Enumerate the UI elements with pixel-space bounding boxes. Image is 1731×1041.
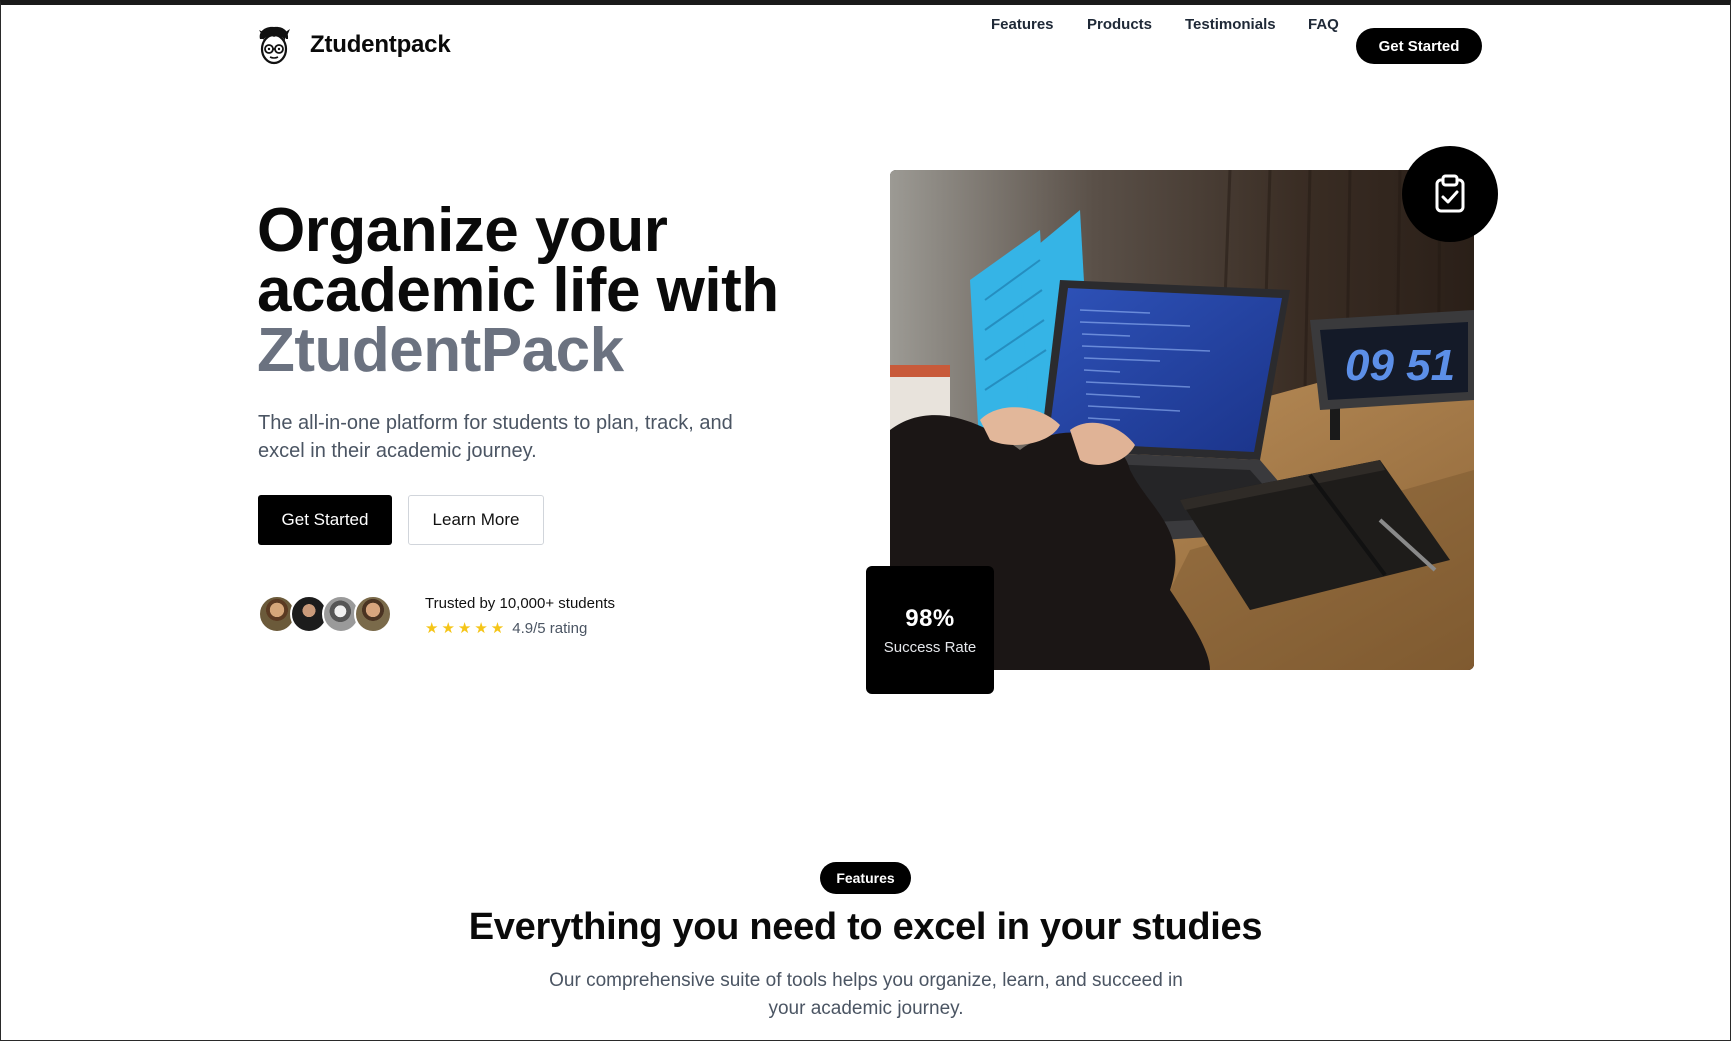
nav-link-features[interactable]: Features — [991, 16, 1054, 33]
hero-title-accent: ZtudentPack — [257, 316, 624, 385]
rating-text: 4.9/5 rating — [512, 619, 588, 637]
clock-display: 09 51 — [1345, 341, 1455, 390]
top-navbar: Ztudentpack Features Products Testimonia… — [1, 5, 1730, 85]
hero-learn-more-button[interactable]: Learn More — [408, 495, 544, 545]
success-rate-card: 98% Success Rate — [866, 566, 994, 694]
rating: ★★★★★ 4.9/5 rating — [425, 619, 615, 638]
clipboard-check-icon — [1435, 174, 1465, 213]
features-subtitle: Our comprehensive suite of tools helps y… — [549, 970, 1183, 1019]
trust-block: Trusted by 10,000+ students ★★★★★ 4.9/5 … — [425, 595, 615, 637]
star-rating-icon: ★★★★★ — [425, 620, 508, 637]
trust-text: Trusted by 10,000+ students — [425, 595, 615, 612]
hero-get-started-button[interactable]: Get Started — [258, 495, 392, 545]
nav-link-faq[interactable]: FAQ — [1308, 16, 1339, 33]
features-title: Everything you need to excel in your stu… — [468, 906, 1263, 948]
student-face-logo-icon — [259, 26, 290, 65]
hero-title-line-1: Organize your — [257, 196, 668, 265]
nav-link-testimonials[interactable]: Testimonials — [1185, 16, 1276, 33]
hero-title-line-2: academic life with — [257, 256, 779, 325]
success-rate-label: Success Rate — [883, 638, 977, 656]
page: Ztudentpack Features Products Testimonia… — [0, 0, 1731, 1041]
nav-link-products[interactable]: Products — [1087, 16, 1152, 33]
brand[interactable]: Ztudentpack — [256, 25, 451, 65]
brand-name: Ztudentpack — [310, 31, 451, 58]
hero-subtitle: The all-in-one platform for students to … — [258, 412, 733, 462]
avatar — [354, 595, 392, 633]
nav-get-started-button[interactable]: Get Started — [1356, 28, 1482, 64]
success-rate-value: 98% — [905, 604, 955, 632]
features-pill: Features — [820, 862, 911, 894]
hero-title: Organize your academic life with Ztudent… — [257, 200, 817, 385]
clipboard-check-badge — [1402, 146, 1498, 242]
student-avatars — [258, 595, 398, 635]
